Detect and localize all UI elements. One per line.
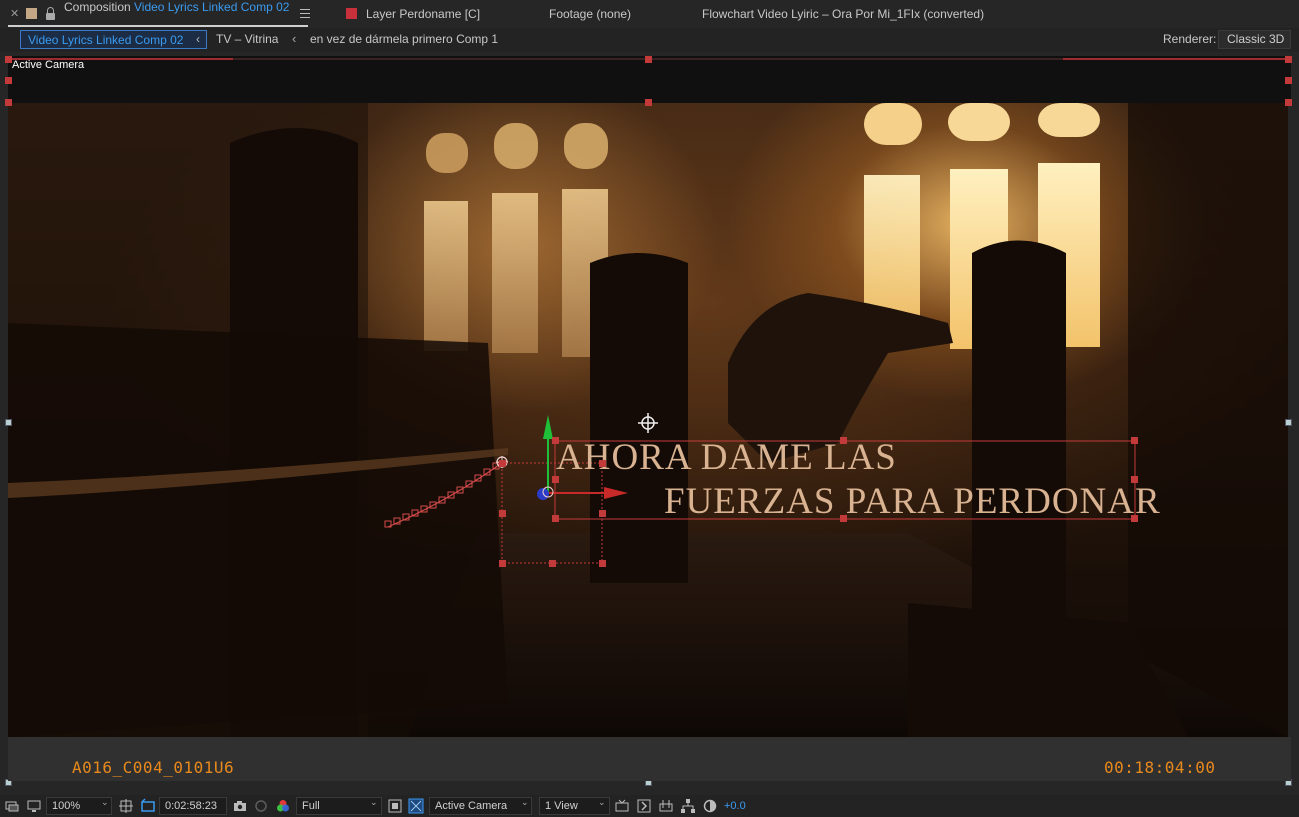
comp-frame-handle[interactable] (5, 56, 12, 63)
chevron-down-icon: ⌄ (521, 797, 529, 807)
always-preview-icon[interactable] (4, 798, 20, 814)
comp-frame-handle[interactable] (645, 99, 652, 106)
comp-frame-handle[interactable] (5, 419, 12, 426)
show-snapshot-icon[interactable] (253, 798, 269, 814)
comp-frame-handle[interactable] (1285, 56, 1292, 63)
composition-tab-name[interactable]: Video Lyrics Linked Comp 02 (134, 0, 289, 14)
timecode-burnin: 00:18:04:00 (1104, 758, 1216, 777)
composition-tab-label[interactable]: Composition (64, 0, 131, 14)
color-channels-icon[interactable] (275, 798, 291, 814)
chevron-down-icon: ⌄ (598, 797, 606, 807)
renderer-button[interactable]: Classic 3D (1218, 30, 1291, 49)
mask-visibility-icon[interactable] (140, 798, 156, 814)
transform-handle[interactable] (599, 460, 606, 467)
3d-view-select[interactable]: Active Camera (429, 797, 532, 815)
transform-handle[interactable] (1131, 515, 1138, 522)
viewer-toolbar: 100% ⌄ 0:02:58:23 Full ⌄ Active Camera ⌄… (0, 795, 1299, 817)
transform-handle[interactable] (599, 560, 606, 567)
transform-handle[interactable] (552, 515, 559, 522)
transparency-grid-icon[interactable] (408, 798, 424, 814)
breadcrumb: Video Lyrics Linked Comp 02 ‹ TV – Vitri… (0, 28, 1299, 52)
current-time-field[interactable]: 0:02:58:23 (159, 797, 227, 815)
transform-handle[interactable] (552, 476, 559, 483)
tab-flowchart[interactable]: Flowchart Video Lyiric – Ora Por Mi_1FIx… (702, 0, 984, 28)
panel-tab-bar: ✕ Composition Video Lyrics Linked Comp 0… (0, 0, 1299, 28)
guide-line (1063, 58, 1291, 60)
breadcrumb-active-label: Video Lyrics Linked Comp 02 (28, 33, 184, 47)
breadcrumb-item-active[interactable]: Video Lyrics Linked Comp 02 ‹ (20, 30, 207, 49)
footage-frame[interactable]: AHORA DAME LAS FUERZAS PARA PERDONAR (8, 103, 1288, 737)
tab-layer[interactable]: Layer Perdoname [C] (366, 0, 480, 28)
monitor-icon[interactable] (26, 798, 42, 814)
comp-frame-handle[interactable] (5, 99, 12, 106)
panel-menu-icon[interactable] (300, 9, 310, 18)
comp-frame-handle[interactable] (645, 56, 652, 63)
transform-handle[interactable] (1131, 476, 1138, 483)
chevron-down-icon: ⌄ (370, 797, 378, 807)
lyric-line-1[interactable]: AHORA DAME LAS (556, 439, 897, 477)
layer-color-label (346, 8, 357, 19)
lock-icon[interactable] (46, 7, 55, 20)
transform-handle[interactable] (499, 510, 506, 517)
transform-handle[interactable] (499, 460, 506, 467)
pixel-aspect-icon[interactable] (614, 798, 630, 814)
crosshair-icon[interactable] (638, 413, 658, 433)
comp-frame-handle[interactable] (1285, 419, 1292, 426)
clip-name-burnin: A016_C004_0101U6 (72, 758, 235, 777)
transform-handle[interactable] (549, 560, 556, 567)
transform-handle[interactable] (840, 437, 847, 444)
renderer-label: Renderer: (1163, 32, 1217, 46)
lyric-line-2[interactable]: FUERZAS PARA PERDONAR (664, 483, 1161, 521)
exposure-value[interactable]: +0.0 (724, 798, 746, 814)
transform-handle[interactable] (1131, 437, 1138, 444)
pasteboard (8, 56, 1291, 103)
transform-handle[interactable] (552, 437, 559, 444)
active-tab-indicator (8, 25, 308, 27)
region-of-interest-icon[interactable] (387, 798, 403, 814)
transform-handle[interactable] (840, 515, 847, 522)
comp-frame-handle[interactable] (1285, 77, 1292, 84)
breadcrumb-item-tv-vitrina[interactable]: TV – Vitrina (216, 32, 278, 46)
resolution-grid-icon[interactable] (118, 798, 134, 814)
reset-exposure-icon[interactable] (702, 798, 718, 814)
breadcrumb-item-comp-1[interactable]: en vez de dármela primero Comp 1 (310, 32, 498, 46)
chevron-left-icon: ‹ (292, 31, 297, 46)
composition-color-label (26, 8, 37, 19)
chevron-left-icon: ‹ (196, 32, 200, 46)
active-camera-label: Active Camera (12, 59, 85, 71)
close-icon[interactable]: ✕ (10, 8, 19, 20)
camera-icon[interactable] (232, 798, 248, 814)
comp-frame-handle[interactable] (5, 77, 12, 84)
motion-path[interactable] (8, 103, 1288, 737)
timeline-icon[interactable] (658, 798, 674, 814)
transform-handle[interactable] (599, 510, 606, 517)
comp-frame-handle[interactable] (1285, 99, 1292, 106)
flowchart-icon[interactable] (680, 798, 696, 814)
transform-handle[interactable] (499, 560, 506, 567)
tab-footage[interactable]: Footage (none) (549, 0, 631, 28)
fast-preview-icon[interactable] (636, 798, 652, 814)
chevron-down-icon: ⌄ (101, 797, 109, 807)
